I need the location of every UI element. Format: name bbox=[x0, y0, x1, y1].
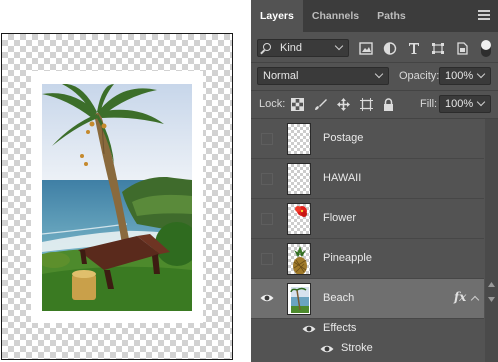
effects-row[interactable]: Effects bbox=[251, 319, 484, 339]
filter-kind-label: Kind bbox=[280, 42, 303, 54]
lock-row: Lock: Fill: 100% bbox=[251, 92, 498, 116]
layer-row-beach[interactable]: Beach fx bbox=[251, 279, 484, 319]
visibility-toggle-empty[interactable] bbox=[261, 133, 273, 145]
chevron-down-icon bbox=[476, 69, 486, 79]
filter-kind-dropdown[interactable]: Kind bbox=[257, 39, 349, 57]
divider bbox=[251, 90, 498, 91]
tab-layers[interactable]: Layers bbox=[251, 0, 303, 32]
layer-thumbnail bbox=[287, 163, 311, 195]
filter-toggle-switch[interactable] bbox=[481, 40, 491, 57]
opacity-value: 100% bbox=[445, 70, 474, 82]
chevron-up-icon[interactable] bbox=[470, 295, 480, 305]
beach-photo bbox=[42, 84, 192, 311]
lock-image-pixels-icon[interactable] bbox=[314, 98, 327, 111]
chevron-down-icon bbox=[374, 69, 384, 79]
layer-effects-icon[interactable]: fx bbox=[454, 290, 466, 304]
effect-name: Stroke bbox=[341, 342, 373, 354]
layers-list: Postage HAWAII Flower Pineapple Beach fx… bbox=[251, 119, 484, 362]
layer-thumbnail bbox=[287, 123, 311, 155]
layer-name: Pineapple bbox=[323, 252, 372, 264]
tab-channels[interactable]: Channels bbox=[303, 0, 368, 32]
divider bbox=[251, 62, 498, 63]
layer-name: HAWAII bbox=[323, 172, 362, 184]
shape-filter-icon[interactable] bbox=[431, 42, 445, 55]
layer-thumbnail bbox=[287, 283, 311, 315]
layer-thumbnail bbox=[287, 203, 311, 235]
effect-item-stroke[interactable]: Stroke bbox=[251, 339, 484, 359]
lock-label: Lock: bbox=[259, 98, 286, 110]
visibility-toggle-empty[interactable] bbox=[261, 253, 273, 265]
document-canvas[interactable] bbox=[1, 33, 233, 360]
type-filter-icon[interactable] bbox=[407, 42, 421, 55]
lock-all-icon[interactable] bbox=[382, 98, 395, 111]
opacity-input[interactable]: 100% bbox=[439, 67, 491, 85]
fill-label: Fill: bbox=[420, 98, 438, 110]
layers-scrollbar[interactable] bbox=[485, 119, 498, 362]
layer-row-hawaii[interactable]: HAWAII bbox=[251, 159, 484, 199]
opacity-label: Opacity: bbox=[399, 70, 440, 82]
lock-artboard-icon[interactable] bbox=[360, 98, 373, 111]
lock-transparent-pixels-icon[interactable] bbox=[291, 98, 304, 111]
image-filter-icon[interactable] bbox=[359, 42, 373, 55]
fill-input[interactable]: 100% bbox=[439, 95, 491, 113]
adjustment-filter-icon[interactable] bbox=[383, 42, 397, 55]
chevron-down-icon bbox=[334, 41, 344, 51]
visibility-toggle-empty[interactable] bbox=[261, 173, 273, 185]
fill-value: 100% bbox=[445, 98, 474, 110]
eye-icon[interactable] bbox=[320, 344, 334, 354]
search-icon bbox=[263, 43, 271, 51]
layer-row-flower[interactable]: Flower bbox=[251, 199, 484, 239]
lock-position-icon[interactable] bbox=[337, 98, 350, 111]
effects-label: Effects bbox=[323, 322, 357, 334]
layer-thumbnail bbox=[287, 243, 311, 275]
visibility-toggle-empty[interactable] bbox=[261, 213, 273, 225]
layer-row-postage[interactable]: Postage bbox=[251, 119, 484, 159]
chevron-down-icon bbox=[476, 97, 486, 107]
panel-tab-bar: Layers Channels Paths bbox=[251, 0, 498, 32]
eye-icon[interactable] bbox=[260, 293, 274, 303]
postcard-paper bbox=[31, 71, 203, 323]
blend-row: Normal Opacity: 100% bbox=[251, 64, 498, 88]
scroll-arrows-icon[interactable] bbox=[488, 282, 495, 302]
layer-name: Postage bbox=[323, 132, 364, 144]
blend-mode-dropdown[interactable]: Normal bbox=[257, 67, 389, 85]
layer-name: Flower bbox=[323, 212, 357, 224]
eye-icon[interactable] bbox=[302, 324, 316, 334]
tab-paths[interactable]: Paths bbox=[368, 0, 415, 32]
layers-panel: Layers Channels Paths Kind Normal Opacit… bbox=[251, 0, 498, 362]
panel-menu-icon[interactable] bbox=[478, 10, 490, 20]
smart-object-filter-icon[interactable] bbox=[455, 42, 469, 55]
layer-row-pineapple[interactable]: Pineapple bbox=[251, 239, 484, 279]
layer-filter-row: Kind bbox=[251, 36, 498, 60]
blend-mode-value: Normal bbox=[263, 70, 299, 82]
layer-name: Beach bbox=[323, 292, 355, 304]
